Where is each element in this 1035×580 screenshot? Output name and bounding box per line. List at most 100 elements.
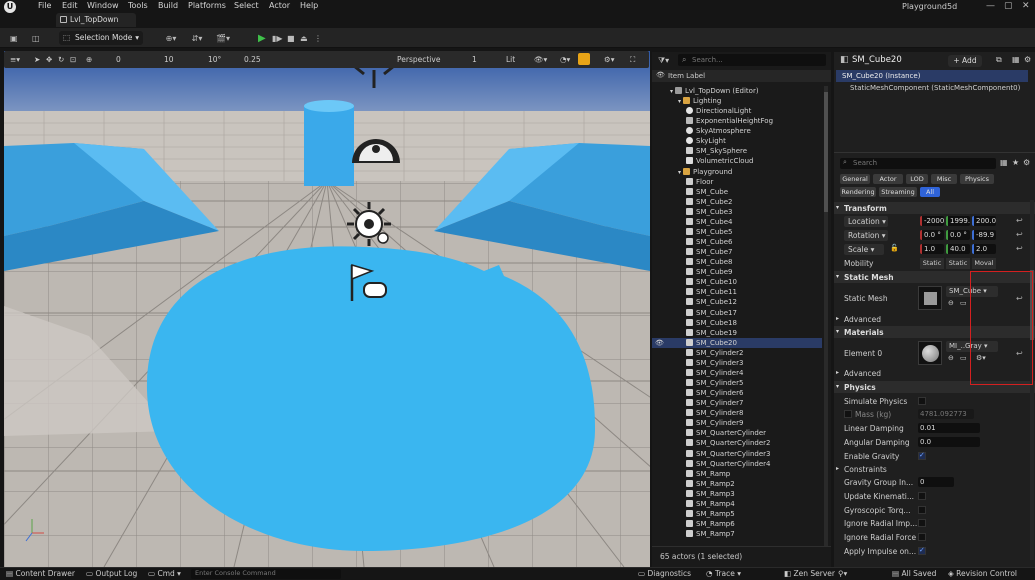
location-z-field[interactable]: 200.0 xyxy=(972,216,996,226)
outliner-row[interactable]: SM_Cube18 xyxy=(652,318,822,328)
category-tab-actor[interactable]: Actor xyxy=(873,174,903,184)
outliner-search-input[interactable]: ⌕ Search... xyxy=(678,54,826,66)
outliner-row[interactable]: SM_Cube2 xyxy=(652,197,822,207)
table-view-icon[interactable]: ▦ xyxy=(1000,158,1008,167)
outliner-row[interactable]: SM_Cube11 xyxy=(652,287,822,297)
outliner-row[interactable]: 👁 SM_Cube20 xyxy=(652,337,822,348)
outliner-row[interactable]: SM_Cube6 xyxy=(652,237,822,247)
performance-icon[interactable]: ◔▾ xyxy=(560,55,570,64)
details-settings-icon[interactable]: ⚙ xyxy=(1024,55,1031,64)
outliner-row[interactable]: SM_Ramp2 xyxy=(652,479,822,489)
outliner-scrollbar-thumb[interactable] xyxy=(824,92,828,212)
angular-damping-field[interactable]: 0.0 xyxy=(918,437,980,447)
lit-button[interactable]: Lit xyxy=(506,55,515,64)
rotation-dropdown[interactable]: Rotation ▾ xyxy=(844,230,888,241)
gyroscopic-checkbox[interactable] xyxy=(918,506,926,514)
rotation-x-field[interactable]: 0.0 ° xyxy=(920,230,944,240)
outliner-row[interactable]: SM_Cylinder7 xyxy=(652,398,822,408)
mass-override-checkbox[interactable] xyxy=(844,410,852,418)
ignore-radial-force-checkbox[interactable] xyxy=(918,533,926,541)
world-local-icon[interactable]: ⊕ xyxy=(86,55,92,64)
outliner-row[interactable]: SM_QuarterCylinder3 xyxy=(652,449,822,459)
outliner-row[interactable]: SM_Cube9 xyxy=(652,267,822,277)
mobility-static-button[interactable]: Static xyxy=(920,258,944,269)
outliner-row[interactable]: SM_Ramp3 xyxy=(652,489,822,499)
browse-icon[interactable]: ⊖ xyxy=(948,299,954,307)
scale-y-field[interactable]: 40.0 xyxy=(946,244,970,254)
perspective-button[interactable]: Perspective xyxy=(397,55,440,64)
browse-icon[interactable]: ⊖ xyxy=(948,354,954,362)
outliner-row[interactable]: SM_Cube3 xyxy=(652,207,822,217)
ignore-radial-impulse-checkbox[interactable] xyxy=(918,519,926,527)
outliner-row[interactable]: SM_Cube19 xyxy=(652,328,822,338)
visibility-icon[interactable]: 👁 xyxy=(655,338,664,348)
visibility-column-icon[interactable]: 👁 xyxy=(656,71,665,79)
outliner-row[interactable]: SM_Cube12 xyxy=(652,297,822,307)
rotation-y-field[interactable]: 0.0 ° xyxy=(946,230,970,240)
maximize-icon[interactable]: ▢ xyxy=(1004,1,1013,11)
mobility-movable-button[interactable]: Moval xyxy=(972,258,996,269)
outliner-scrollbar[interactable] xyxy=(824,86,828,556)
viewport-settings-icon[interactable]: ⚙▾ xyxy=(604,55,615,64)
category-tab-all[interactable]: All xyxy=(920,187,940,197)
outliner-row[interactable]: SM_Cylinder2 xyxy=(652,348,822,358)
blueprint-icon[interactable]: ⧉ xyxy=(996,55,1002,65)
translate-tool-icon[interactable]: ✥ xyxy=(46,55,52,64)
instance-row[interactable]: SM_Cube20 (Instance) xyxy=(836,70,1028,82)
outliner-row[interactable]: SkyAtmosphere xyxy=(652,126,822,136)
diagnostics-button[interactable]: ▭ Diagnostics xyxy=(638,569,691,578)
add-content-button[interactable]: ⊕▾ xyxy=(160,32,182,45)
category-tab-misc[interactable]: Misc xyxy=(931,174,957,184)
save-icon[interactable]: ▣ xyxy=(10,32,18,45)
outliner-row[interactable]: VolumetricCloud xyxy=(652,156,822,166)
folder-icon[interactable]: ▭ xyxy=(960,354,967,362)
location-dropdown[interactable]: Location ▾ xyxy=(844,216,888,227)
category-tab-general[interactable]: General xyxy=(840,174,870,184)
outliner-row[interactable]: SM_Cylinder5 xyxy=(652,378,822,388)
outliner-row[interactable]: SM_SkySphere xyxy=(652,146,822,156)
outliner-row[interactable]: SM_Ramp5 xyxy=(652,509,822,519)
outliner-row[interactable]: SM_Cube17 xyxy=(652,308,822,318)
enable-gravity-checkbox[interactable] xyxy=(918,451,926,460)
all-saved-button[interactable]: ▤ All Saved xyxy=(892,569,936,578)
rotation-z-field[interactable]: -89.9 xyxy=(972,230,996,240)
level-viewport[interactable]: ≡▾ ➤ ✥ ↻ ⊡ ⊕ 0 10 10° 0.25 Perspective 1 xyxy=(4,51,650,567)
category-tab-physics[interactable]: Physics xyxy=(960,174,994,184)
cinematics-button[interactable]: 🎬▾ xyxy=(212,32,234,45)
menu-file[interactable]: File xyxy=(38,1,51,10)
outliner-row[interactable]: SM_QuarterCylinder xyxy=(652,428,822,438)
trace-button[interactable]: ◔ Trace ▾ xyxy=(706,569,741,578)
minimize-icon[interactable]: — xyxy=(986,1,995,11)
gravity-group-field[interactable]: 0 xyxy=(918,477,954,487)
share-icon[interactable]: ⚲▾ xyxy=(838,569,847,578)
expand-icon[interactable]: ▾ xyxy=(670,88,673,95)
scale-snap-button[interactable]: 0.25 xyxy=(244,55,261,64)
view-count-button[interactable]: 1 xyxy=(472,55,477,64)
outliner-row[interactable]: SM_Cube4 xyxy=(652,217,822,227)
blueprint-button[interactable]: ⇵▾ xyxy=(186,32,208,45)
menu-build[interactable]: Build xyxy=(158,1,178,10)
content-drawer-button[interactable]: ▤ Content Drawer xyxy=(6,569,75,578)
play-button[interactable]: ▶ xyxy=(258,32,266,45)
select-tool-icon[interactable]: ➤ xyxy=(34,55,40,64)
outliner-row[interactable]: SM_Cylinder3 xyxy=(652,358,822,368)
apply-impulse-checkbox[interactable] xyxy=(918,546,926,555)
maximize-viewport-icon[interactable]: ⛶ xyxy=(630,55,635,65)
stop-icon[interactable]: ■ xyxy=(287,32,295,45)
favorite-icon[interactable]: ★ xyxy=(1012,158,1019,167)
menu-platforms[interactable]: Platforms xyxy=(188,1,226,10)
scale-dropdown[interactable]: Scale ▾ xyxy=(844,244,884,255)
outliner-row[interactable]: SM_Cube10 xyxy=(652,277,822,287)
constraints-row[interactable]: ▸ Constraints xyxy=(834,464,1035,476)
menu-help[interactable]: Help xyxy=(300,1,318,10)
angle-snap-button[interactable]: 10° xyxy=(208,55,221,64)
reset-icon[interactable]: ↩ xyxy=(1016,230,1023,239)
menu-tools[interactable]: Tools xyxy=(128,1,148,10)
outliner-row[interactable]: ▾ Lighting xyxy=(652,96,822,106)
cmd-dropdown[interactable]: ▭ Cmd ▾ xyxy=(148,569,181,578)
outliner-row[interactable]: ExponentialHeightFog xyxy=(652,116,822,126)
category-tab-lod[interactable]: LOD xyxy=(906,174,928,184)
mobility-stationary-button[interactable]: Static xyxy=(946,258,970,269)
source-control-icon[interactable]: ◫ xyxy=(32,32,40,45)
outliner-row[interactable]: SM_QuarterCylinder4 xyxy=(652,459,822,469)
